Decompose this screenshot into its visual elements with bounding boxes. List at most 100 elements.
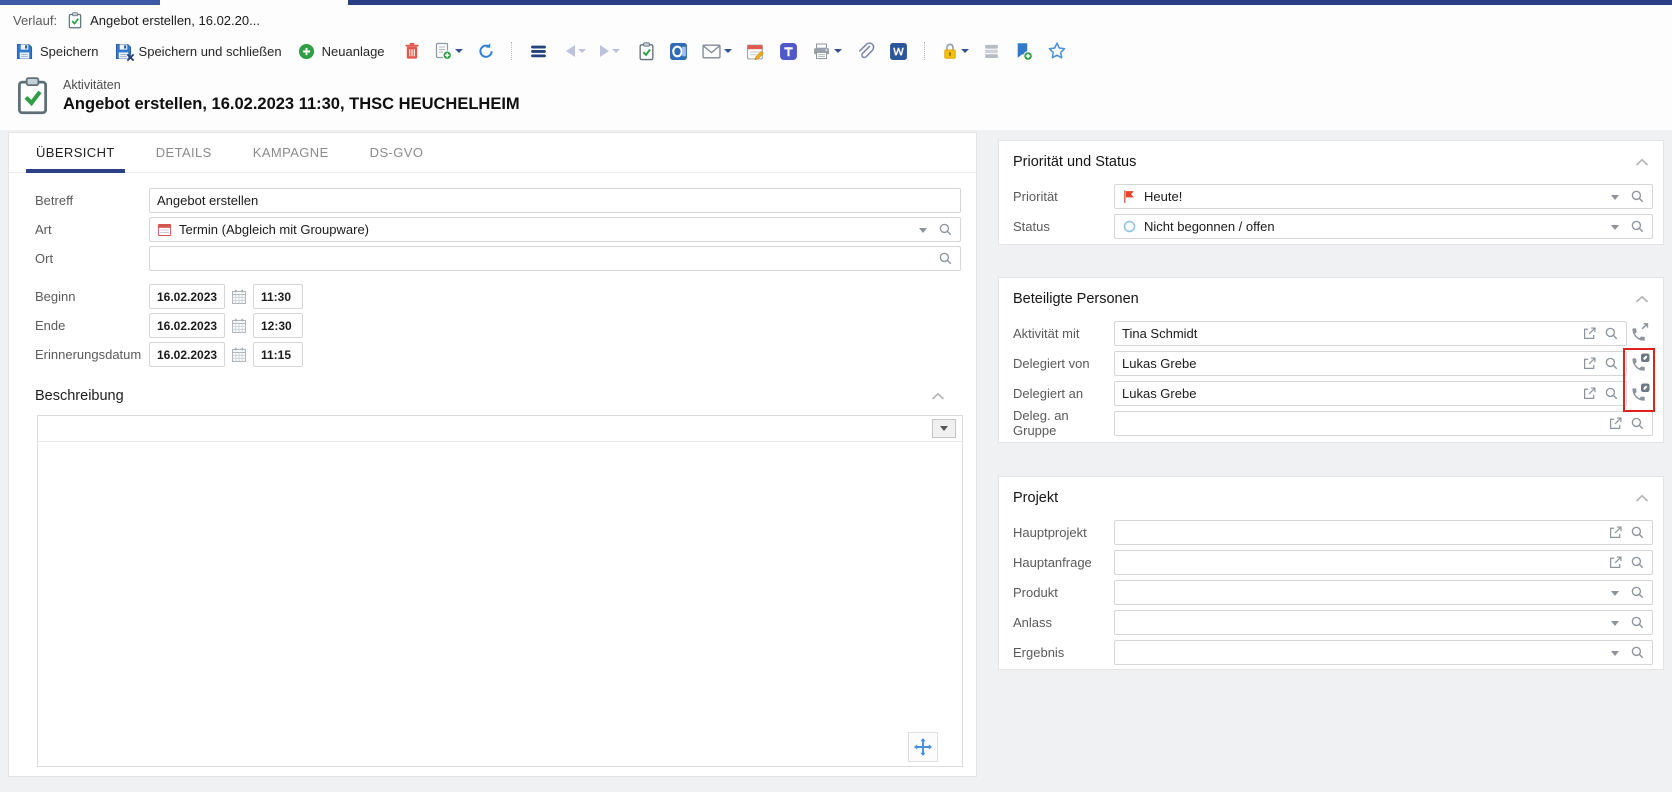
description-format-dropdown[interactable] xyxy=(932,419,956,438)
copy-dropdown-caret-icon[interactable] xyxy=(455,49,463,57)
delegiert-an-search-button[interactable] xyxy=(1604,386,1619,401)
tab-uebersicht[interactable]: ÜBERSICHT xyxy=(26,133,125,172)
description-collapse-button[interactable] xyxy=(929,390,947,403)
aktivitaet-mit-input[interactable] xyxy=(1122,326,1575,341)
ende-row: Ende xyxy=(35,311,976,340)
produkt-dropdown-caret-icon[interactable] xyxy=(1611,591,1619,600)
delegiert-von-search-button[interactable] xyxy=(1604,356,1619,371)
ende-date-input[interactable] xyxy=(157,319,217,333)
status-dropdown-caret-icon[interactable] xyxy=(1611,225,1619,234)
participants-collapse-button[interactable] xyxy=(1633,293,1651,306)
beginn-time-input[interactable] xyxy=(261,290,295,304)
status-field[interactable]: Nicht begonnen / offen xyxy=(1114,214,1653,239)
chevron-down-icon xyxy=(940,426,948,435)
attachment-button[interactable] xyxy=(854,40,877,63)
delete-button[interactable] xyxy=(402,40,422,62)
calendar-entry-button[interactable] xyxy=(744,40,767,63)
produkt-input[interactable] xyxy=(1122,585,1600,600)
print-dropdown-caret-icon[interactable] xyxy=(834,49,842,57)
status-search-button[interactable] xyxy=(1630,219,1645,234)
open-activity-button[interactable] xyxy=(636,40,657,63)
bookmark-add-button[interactable] xyxy=(1012,40,1035,63)
save-button[interactable]: Speichern xyxy=(13,41,102,62)
description-resize-handle[interactable] xyxy=(908,732,938,762)
outlook-button[interactable] xyxy=(667,40,690,63)
ergebnis-dropdown-caret-icon[interactable] xyxy=(1611,651,1619,660)
description-section-header: Beschreibung xyxy=(35,384,947,408)
art-search-button[interactable] xyxy=(938,222,953,237)
beginn-date-input[interactable] xyxy=(157,290,217,304)
beginn-calendar-button[interactable] xyxy=(231,289,247,305)
copy-add-icon xyxy=(434,42,452,60)
tab-dsgvo[interactable]: DS-GVO xyxy=(360,133,434,172)
favorite-button[interactable] xyxy=(1045,39,1069,63)
hauptprojekt-open-link-button[interactable] xyxy=(1608,525,1623,540)
beginn-time-field xyxy=(253,284,303,309)
ende-calendar-button[interactable] xyxy=(231,318,247,334)
hauptprojekt-search-button[interactable] xyxy=(1630,525,1645,540)
erinnerung-calendar-button[interactable] xyxy=(231,347,247,363)
word-export-button[interactable] xyxy=(887,40,910,63)
delegiert-an-input[interactable] xyxy=(1122,386,1575,401)
aktivitaet-mit-search-button[interactable] xyxy=(1604,326,1619,341)
tab-details[interactable]: DETAILS xyxy=(146,133,222,172)
prioritaet-field[interactable]: Heute! xyxy=(1114,184,1653,209)
art-dropdown-caret-icon[interactable] xyxy=(919,228,927,237)
archive-button[interactable] xyxy=(981,41,1002,62)
aktivitaet-mit-open-link-button[interactable] xyxy=(1582,326,1597,341)
project-collapse-button[interactable] xyxy=(1633,492,1651,505)
description-editor-toolbar xyxy=(38,416,962,442)
prioritaet-dropdown-caret-icon[interactable] xyxy=(1611,195,1619,204)
ergebnis-search-button[interactable] xyxy=(1630,645,1645,660)
delegiert-an-open-link-button[interactable] xyxy=(1582,386,1597,401)
copy-record-button[interactable] xyxy=(432,40,465,62)
teams-button[interactable] xyxy=(777,40,800,63)
nav-back-dropdown-caret-icon[interactable] xyxy=(578,49,586,57)
mail-dropdown-caret-icon[interactable] xyxy=(724,49,732,57)
art-field[interactable]: Termin (Abgleich mit Groupware) xyxy=(149,217,961,242)
send-email-button[interactable] xyxy=(700,42,734,61)
tab-kampagne[interactable]: KAMPAGNE xyxy=(243,133,339,172)
anlass-dropdown-caret-icon[interactable] xyxy=(1611,621,1619,630)
save-and-close-button[interactable]: Speichern und schließen xyxy=(112,41,285,62)
top-chrome: Verlauf: Angebot erstellen, 16.02.20... … xyxy=(0,0,1672,130)
menu-button[interactable] xyxy=(527,40,550,63)
navigate-back-button[interactable] xyxy=(564,43,588,59)
new-record-button[interactable]: Neuanlage xyxy=(295,41,388,62)
hauptanfrage-search-button[interactable] xyxy=(1630,555,1645,570)
delegiert-von-open-link-button[interactable] xyxy=(1582,356,1597,371)
erinnerung-date-input[interactable] xyxy=(157,348,217,362)
ort-input[interactable] xyxy=(157,251,931,266)
ende-time-input[interactable] xyxy=(261,319,295,333)
navigate-forward-button[interactable] xyxy=(598,43,622,59)
ort-search-button[interactable] xyxy=(938,251,953,266)
prioritaet-search-button[interactable] xyxy=(1630,189,1645,204)
aktivitaet-mit-call-button[interactable] xyxy=(1627,323,1653,343)
delegiert-von-input[interactable] xyxy=(1122,356,1575,371)
ergebnis-input[interactable] xyxy=(1122,645,1600,660)
refresh-button[interactable] xyxy=(475,40,497,62)
hauptanfrage-input[interactable] xyxy=(1122,555,1601,570)
anlass-search-button[interactable] xyxy=(1630,615,1645,630)
anlass-input[interactable] xyxy=(1122,615,1600,630)
print-button[interactable] xyxy=(810,41,844,62)
permissions-button[interactable] xyxy=(940,40,971,62)
priority-status-collapse-button[interactable] xyxy=(1633,156,1651,169)
deleg-an-gruppe-input[interactable] xyxy=(1122,416,1601,431)
chevron-up-icon xyxy=(1635,494,1649,503)
hauptanfrage-open-link-button[interactable] xyxy=(1608,555,1623,570)
art-value: Termin (Abgleich mit Groupware) xyxy=(179,222,369,237)
erinnerung-time-input[interactable] xyxy=(261,348,295,362)
betreff-input[interactable] xyxy=(157,193,953,208)
deleg-an-gruppe-open-link-button[interactable] xyxy=(1608,416,1623,431)
nav-forward-dropdown-caret-icon[interactable] xyxy=(612,49,620,57)
description-textarea[interactable] xyxy=(38,442,962,766)
permissions-dropdown-caret-icon[interactable] xyxy=(961,49,969,57)
delegiert-an-call-button[interactable] xyxy=(1627,383,1653,403)
delegiert-von-call-button[interactable] xyxy=(1627,353,1653,373)
history-item-activity[interactable]: Angebot erstellen, 16.02.20... xyxy=(67,12,260,29)
deleg-an-gruppe-search-button[interactable] xyxy=(1630,416,1645,431)
project-title: Projekt xyxy=(1013,490,1058,506)
hauptprojekt-input[interactable] xyxy=(1122,525,1601,540)
produkt-search-button[interactable] xyxy=(1630,585,1645,600)
